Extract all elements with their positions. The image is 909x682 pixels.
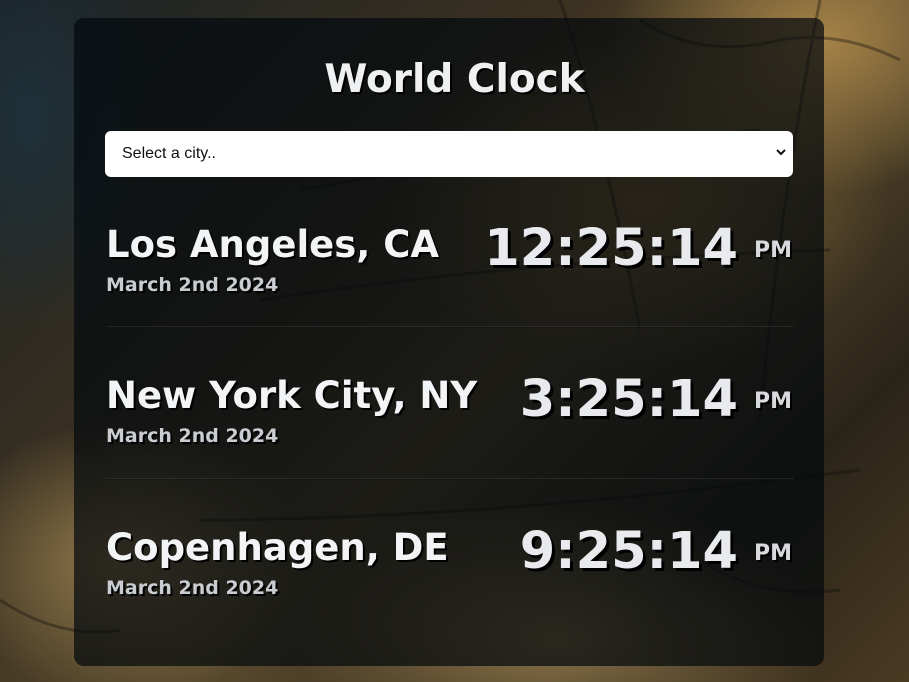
page-title: World Clock [324, 57, 585, 102]
chevron-down-icon [776, 149, 786, 156]
am-pm-indicator: PM [753, 389, 792, 414]
city-name: Copenhagen, DE [106, 526, 449, 569]
city-time: 3:25:14 [519, 370, 738, 429]
clock-row-new-york: New York City, NY March 2nd 2024 3:25:14… [106, 370, 794, 522]
city-select[interactable]: Select a city.. [105, 131, 793, 177]
city-date: March 2nd 2024 [106, 425, 279, 447]
city-name: New York City, NY [106, 374, 478, 417]
am-pm-indicator: PM [753, 238, 792, 263]
row-divider [106, 478, 794, 480]
clock-row-los-angeles: Los Angeles, CA March 2nd 2024 12:25:14 … [106, 219, 794, 371]
city-date: March 2nd 2024 [106, 274, 279, 296]
city-date: March 2nd 2024 [106, 577, 279, 599]
city-time: 12:25:14 [484, 219, 738, 278]
city-select-value: Select a city.. [122, 145, 216, 162]
city-name: Los Angeles, CA [106, 223, 439, 266]
clock-row-copenhagen: Copenhagen, DE March 2nd 2024 9:25:14 PM [106, 522, 794, 674]
city-time: 9:25:14 [519, 522, 738, 581]
am-pm-indicator: PM [753, 541, 792, 566]
row-divider [106, 326, 794, 328]
